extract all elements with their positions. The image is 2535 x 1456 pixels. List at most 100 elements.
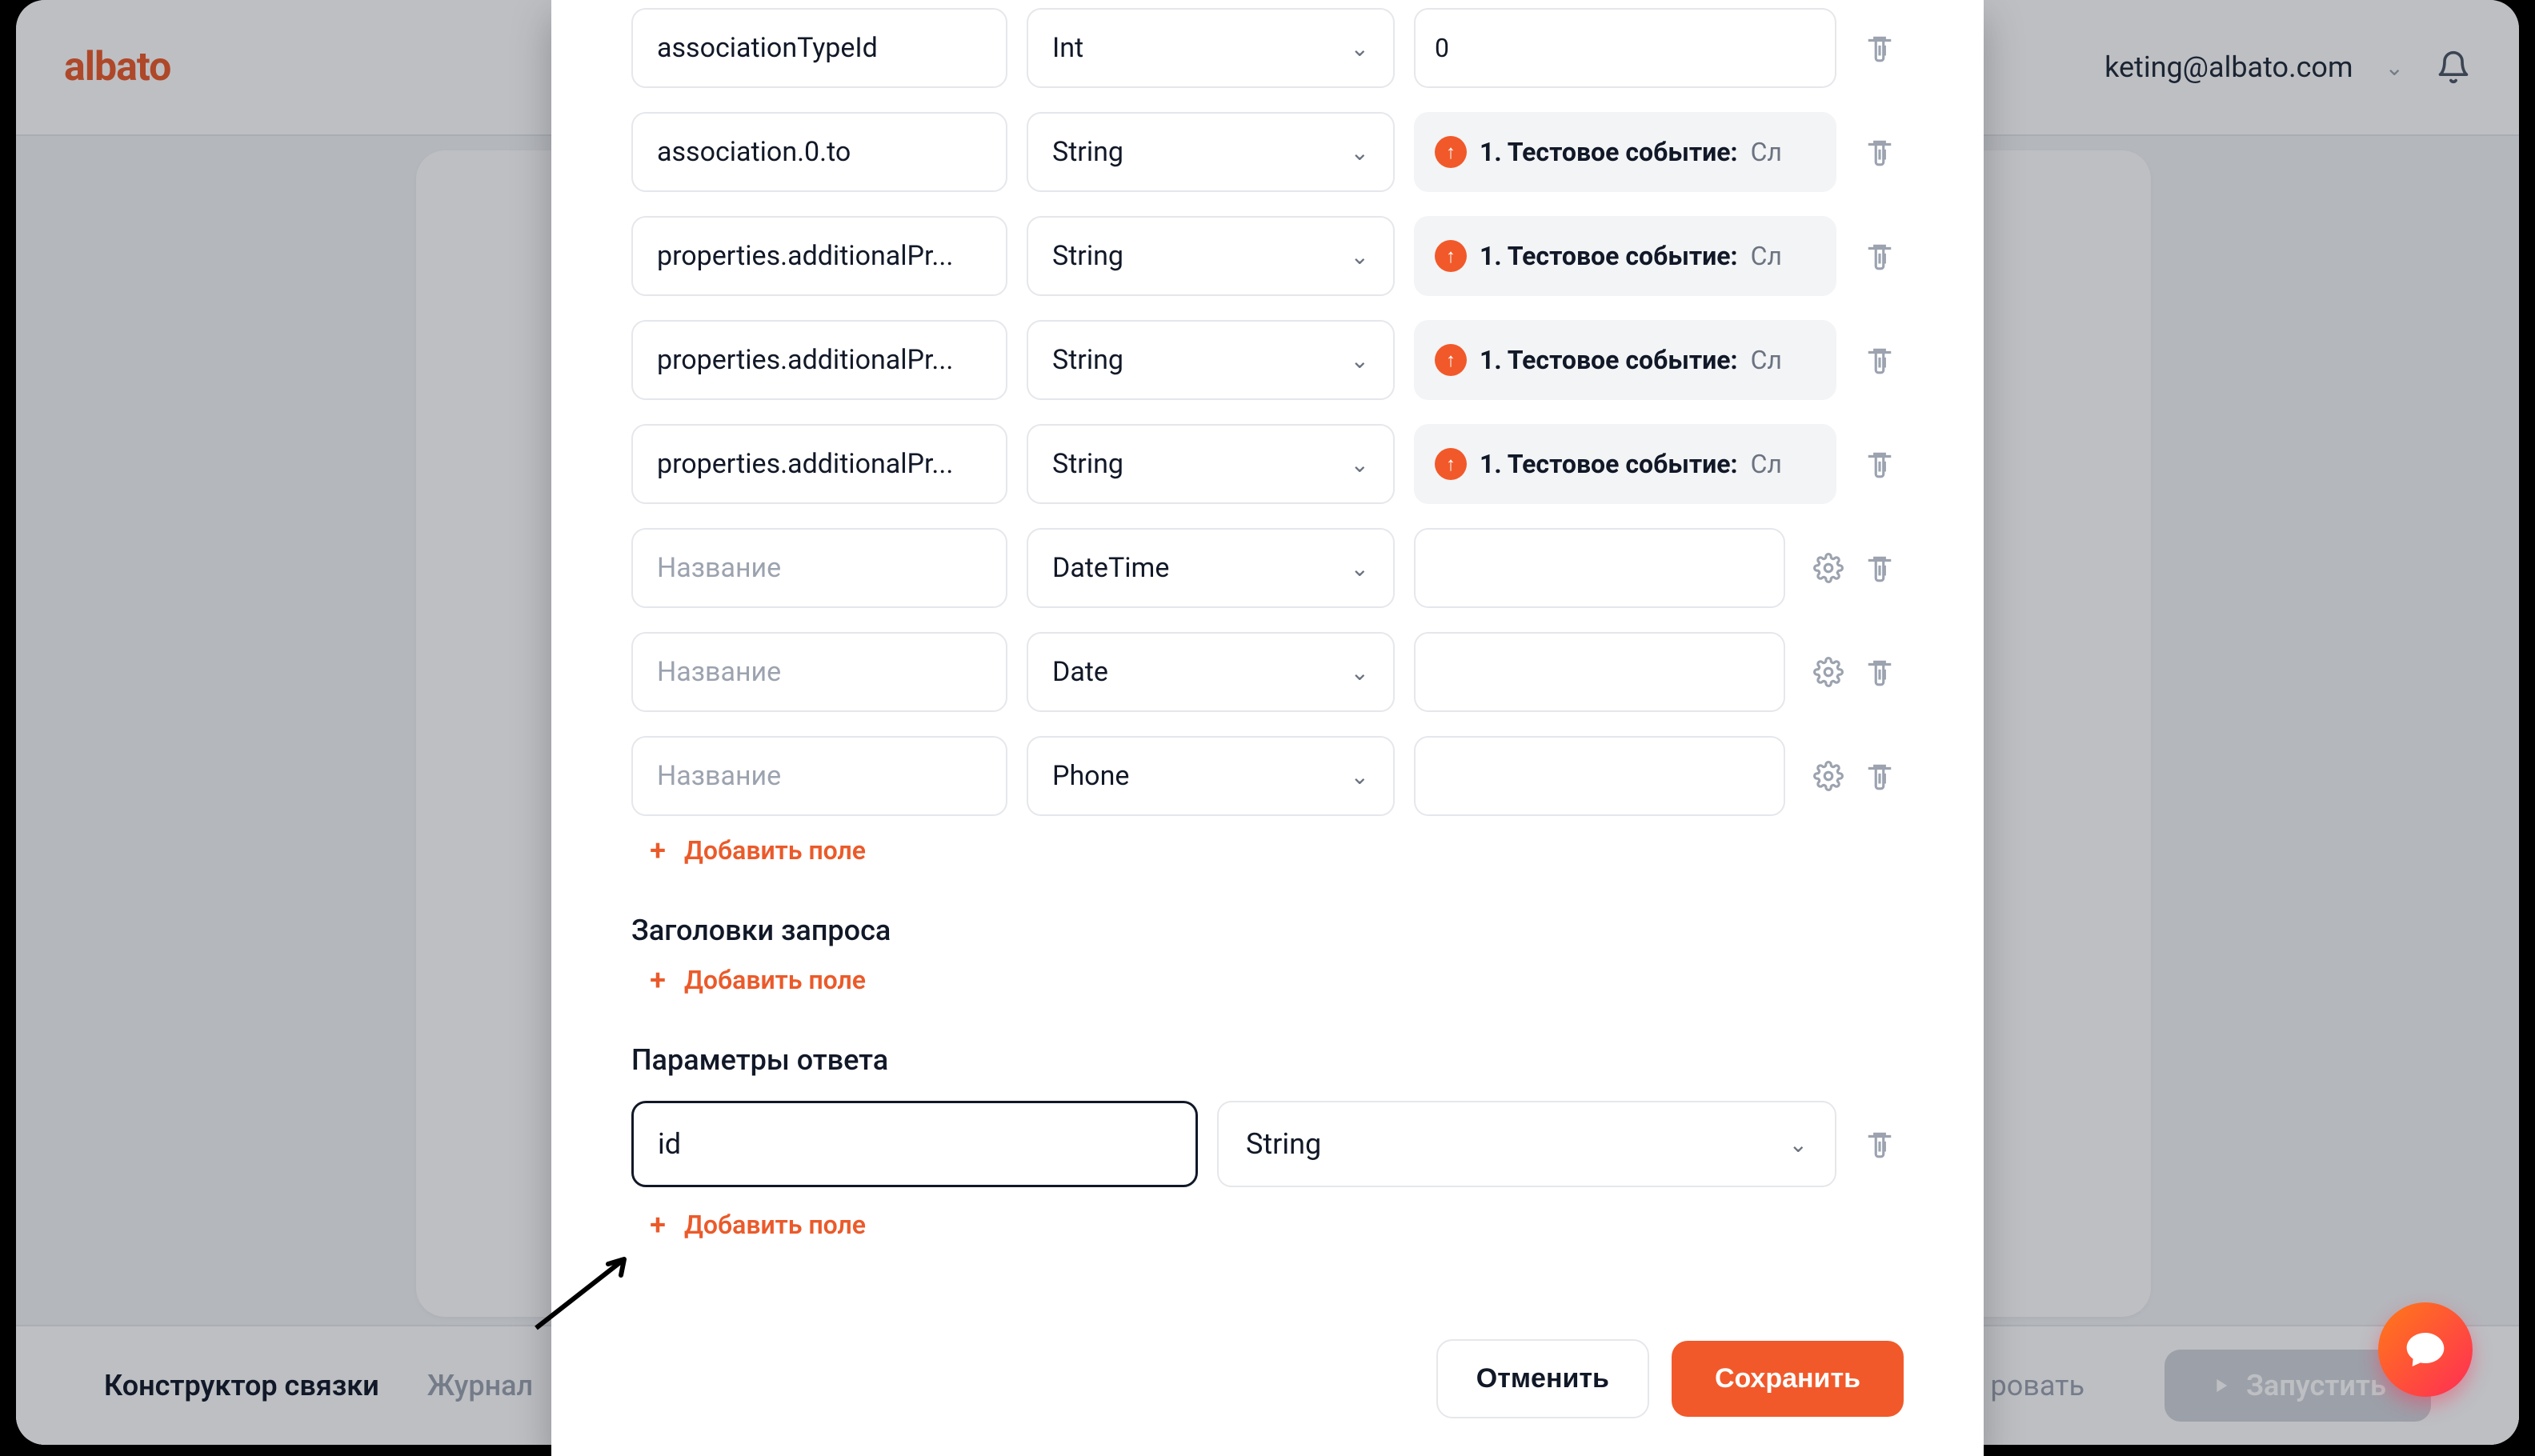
param-value-input[interactable]: ↑ 1. Тестовое событие: Сл [1414, 320, 1836, 400]
event-value: Сл [1751, 345, 1782, 375]
param-name-value: associationTypeId [657, 32, 878, 64]
event-label: 1. Тестовое событие: [1480, 241, 1738, 271]
param-name-input[interactable]: Название [631, 736, 1007, 816]
save-button[interactable]: Сохранить [1672, 1341, 1904, 1417]
param-name-value: Название [657, 552, 781, 584]
trash-icon [1864, 761, 1895, 791]
event-badge-icon: ↑ [1435, 240, 1467, 272]
param-type-value: String [1052, 344, 1123, 376]
modal-footer: Отменить Сохранить [551, 1325, 1984, 1456]
param-type-select[interactable]: Int ⌄ [1027, 8, 1395, 88]
gear-icon [1813, 761, 1844, 791]
section-response-title: Параметры ответа [631, 998, 1904, 1086]
param-name-value: association.0.to [657, 136, 851, 168]
add-field-label: Добавить поле [684, 965, 866, 995]
trash-icon [1864, 449, 1895, 479]
trash-icon [1864, 1129, 1895, 1159]
param-row: Название Date ⌄ [631, 632, 1904, 712]
section-headers-title: Заголовки запроса [631, 869, 1904, 957]
plus-icon: + [646, 968, 670, 992]
cancel-button[interactable]: Отменить [1436, 1339, 1649, 1418]
row-actions [1856, 8, 1904, 88]
chat-fab[interactable] [2378, 1302, 2473, 1397]
modal-content: associationTypeId Int ⌄ 0 association.0.to St… [551, 0, 1984, 1325]
trash-icon [1864, 33, 1895, 63]
param-type-value: String [1052, 136, 1123, 168]
row-delete-button[interactable] [1862, 30, 1897, 66]
param-value-input[interactable] [1414, 736, 1785, 816]
param-type-select[interactable]: DateTime⌄ [1027, 528, 1395, 608]
param-type-select[interactable]: Phone⌄ [1027, 736, 1395, 816]
event-label: 1. Тестовое событие: [1480, 137, 1738, 167]
row-settings-button[interactable] [1811, 550, 1846, 586]
response-name-input[interactable]: id [631, 1101, 1198, 1187]
row-delete-button[interactable] [1862, 134, 1897, 170]
event-badge-icon: ↑ [1435, 448, 1467, 480]
add-header-field-button[interactable]: + Добавить поле [631, 957, 1904, 998]
param-name-input[interactable]: Название [631, 528, 1007, 608]
chevron-down-icon: ⌄ [1351, 451, 1369, 478]
add-field-label: Добавить поле [684, 835, 866, 866]
param-value-input[interactable]: ↑1. Тестовое событие:Сл [1414, 216, 1836, 296]
chevron-down-icon: ⌄ [1351, 659, 1369, 686]
param-row: properties.additionalPr... String ⌄ ↑1. Тес… [631, 424, 1904, 504]
param-type-value: Date [1052, 656, 1108, 688]
chevron-down-icon: ⌄ [1789, 1131, 1808, 1158]
param-row: Название DateTime⌄ [631, 528, 1904, 608]
row-actions [1804, 632, 1904, 712]
chevron-down-icon: ⌄ [1351, 243, 1369, 270]
event-value: Сл [1751, 137, 1782, 167]
row-delete-button[interactable] [1862, 446, 1897, 482]
param-name-value: Название [657, 760, 781, 792]
param-type-value: String [1052, 240, 1123, 272]
param-type-value: String [1052, 448, 1123, 480]
param-row: association.0.toString⌄↑1. Тестовое собы… [631, 112, 1904, 192]
response-delete-button[interactable] [1862, 1126, 1897, 1162]
response-type-select[interactable]: String ⌄ [1217, 1101, 1836, 1187]
row-settings-button[interactable] [1811, 654, 1846, 690]
param-type-value: Int [1052, 32, 1083, 64]
param-value-input[interactable] [1414, 632, 1785, 712]
param-type-select[interactable]: String⌄ [1027, 112, 1395, 192]
param-type-select[interactable]: String ⌄ [1027, 216, 1395, 296]
event-badge-icon: ↑ [1435, 344, 1467, 376]
param-value-input[interactable] [1414, 528, 1785, 608]
param-value-input[interactable]: ↑1. Тестовое событие:Сл [1414, 112, 1836, 192]
add-field-label: Добавить поле [684, 1210, 866, 1240]
param-type-select[interactable]: Date ⌄ [1027, 632, 1395, 712]
param-name-input[interactable]: association.0.to [631, 112, 1007, 192]
param-row: Название Phone⌄ [631, 736, 1904, 816]
param-row: properties.additionalPr... String ⌄ ↑ 1. Тес… [631, 216, 1904, 296]
row-actions [1856, 112, 1904, 192]
param-name-value: properties.additionalPr... [657, 240, 953, 272]
param-name-input[interactable]: properties.additionalPr... [631, 320, 1007, 400]
param-value-input[interactable]: 0 [1414, 8, 1836, 88]
param-name-input[interactable]: properties.additionalPr... [631, 216, 1007, 296]
trash-icon [1864, 241, 1895, 271]
add-field-button[interactable]: + Добавить поле [631, 816, 1904, 869]
param-name-value: properties.additionalPr... [657, 344, 953, 376]
chevron-down-icon: ⌄ [1351, 35, 1369, 62]
param-value-input[interactable]: ↑1. Тестовое событие:Сл [1414, 424, 1836, 504]
row-delete-button[interactable] [1862, 342, 1897, 378]
row-actions [1856, 216, 1904, 296]
param-name-input[interactable]: associationTypeId [631, 8, 1007, 88]
param-type-select[interactable]: String ⌄ [1027, 424, 1395, 504]
row-delete-button[interactable] [1862, 550, 1897, 586]
add-response-field-button[interactable]: + Добавить поле [631, 1187, 1904, 1243]
gear-icon [1813, 553, 1844, 583]
modal-dialog: associationTypeId Int ⌄ 0 association.0.to St… [551, 0, 1984, 1456]
param-name-value: properties.additionalPr... [657, 448, 953, 480]
plus-icon: + [646, 1213, 670, 1237]
response-row: id String ⌄ [631, 1101, 1904, 1187]
param-row: associationTypeId Int ⌄ 0 [631, 8, 1904, 88]
row-delete-button[interactable] [1862, 238, 1897, 274]
param-name-input[interactable]: Название [631, 632, 1007, 712]
row-delete-button[interactable] [1862, 758, 1897, 794]
param-type-select[interactable]: String⌄ [1027, 320, 1395, 400]
event-label: 1. Тестовое событие: [1480, 345, 1738, 375]
row-delete-button[interactable] [1862, 654, 1897, 690]
event-value: Сл [1751, 449, 1782, 479]
row-settings-button[interactable] [1811, 758, 1846, 794]
param-name-input[interactable]: properties.additionalPr... [631, 424, 1007, 504]
